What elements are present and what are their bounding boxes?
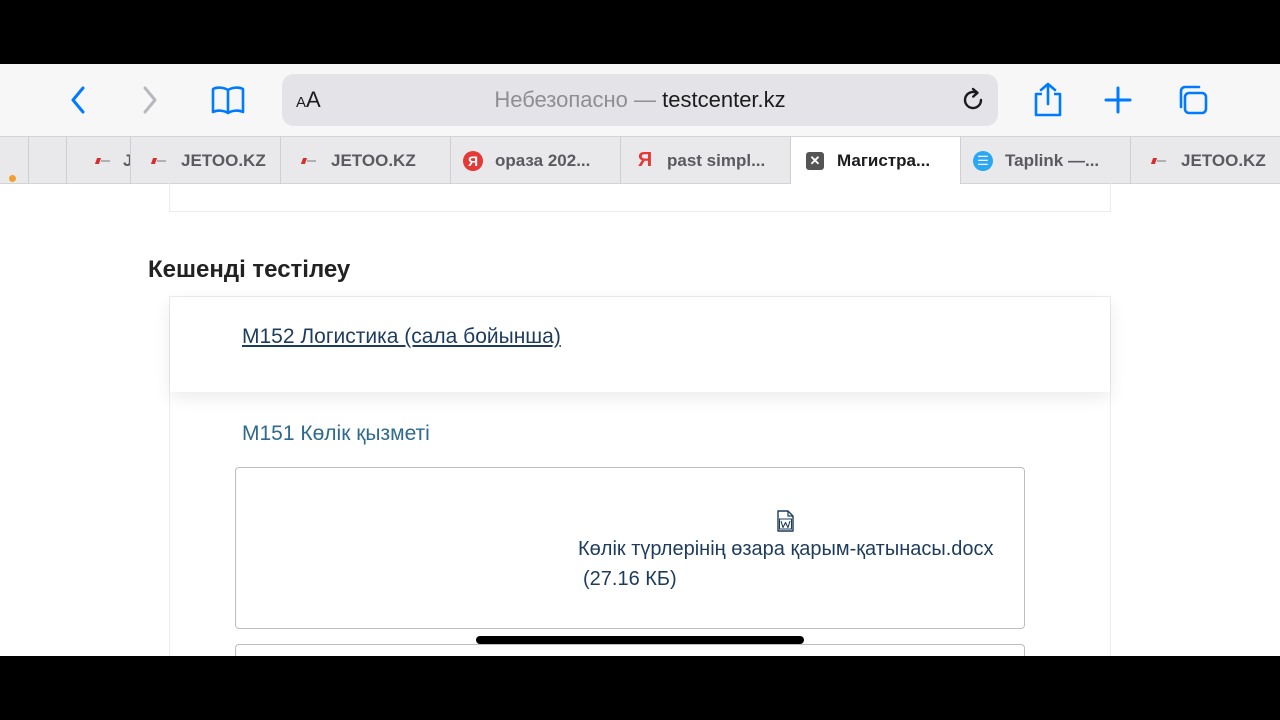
browser-screen: AA Небезопасно — testcenter.kz J JETO — [0, 64, 1280, 656]
bookmarks-button[interactable] — [208, 82, 248, 118]
jetoo-icon — [149, 151, 169, 171]
tab-label: JETOO.KZ — [1181, 150, 1266, 170]
reload-button[interactable] — [960, 87, 986, 118]
security-warning: Небезопасно — — [494, 87, 663, 112]
browser-toolbar: AA Небезопасно — testcenter.kz — [0, 64, 1280, 136]
yandex-icon: Я — [637, 149, 653, 171]
share-button[interactable] — [1028, 82, 1068, 118]
logistics-card: M152 Логистика (сала бойынша) — [170, 297, 1110, 392]
url-host: testcenter.kz — [662, 87, 786, 112]
file-attachment-2[interactable] — [235, 644, 1025, 656]
taplink-icon: ☰ — [973, 150, 993, 171]
tab-label: past simpl... — [667, 150, 766, 170]
tab-label: Магистра... — [837, 150, 931, 170]
address-bar[interactable]: AA Небезопасно — testcenter.kz — [282, 74, 998, 126]
tab-jetoo-4[interactable]: JETOO.KZ — [1130, 137, 1280, 184]
back-button[interactable] — [58, 82, 98, 118]
tab-past-simple[interactable]: Я past simpl... — [620, 137, 790, 184]
tab-label: JETOO.KZ — [331, 150, 416, 170]
jetoo-icon — [93, 151, 113, 171]
word-doc-icon — [776, 510, 795, 537]
tab-magistracy[interactable]: ✕ Магистра... — [790, 137, 960, 184]
tab-taplink[interactable]: ☰ Taplink —... — [960, 137, 1130, 184]
tab-label: J — [123, 151, 130, 171]
section-title: Кешенді тестілеу — [148, 256, 351, 283]
web-page: Кешенді тестілеу M152 Логистика (сала бо… — [0, 182, 1280, 656]
activity-dot — [9, 175, 16, 182]
book-icon — [211, 86, 245, 115]
plus-icon — [1104, 86, 1132, 114]
forward-button[interactable] — [130, 82, 170, 118]
new-tab-button[interactable] — [1098, 82, 1138, 118]
jetoo-icon — [1149, 151, 1169, 171]
url-display: Небезопасно — testcenter.kz — [282, 87, 998, 113]
tab-overview-button[interactable] — [1172, 82, 1212, 118]
tab-label: JETOO.KZ — [181, 150, 266, 170]
tabs-icon — [1179, 85, 1208, 115]
file-attachment[interactable]: Көлік түрлерінің өзара қарым-қатынасы.do… — [235, 467, 1025, 629]
file-name[interactable]: Көлік түрлерінің өзара қарым-қатынасы.do… — [578, 538, 994, 561]
tab-jetoo-3[interactable]: JETOO.KZ — [280, 137, 450, 184]
tab-bar: J JETOO.KZ JETOO.KZ Я ораза 202... Я pas… — [0, 136, 1280, 184]
tab-oraza[interactable]: Я ораза 202... — [450, 137, 620, 184]
file-size: (27.16 КБ) — [583, 568, 677, 590]
yandex-icon: Я — [463, 150, 483, 171]
home-indicator[interactable] — [476, 636, 804, 644]
previous-card — [169, 182, 1111, 212]
chevron-left-icon — [71, 86, 85, 114]
transport-service-link[interactable]: M151 Көлік қызметі — [242, 422, 430, 446]
tab-label: ораза 202... — [495, 150, 591, 170]
tab-label: Taplink —... — [1005, 150, 1100, 170]
jetoo-icon — [299, 151, 319, 171]
share-icon — [1034, 82, 1062, 117]
chevron-right-icon — [143, 86, 157, 114]
reload-icon — [963, 87, 983, 110]
tab-jetoo-2[interactable]: JETOO.KZ — [130, 137, 280, 184]
tab-collapsed[interactable] — [28, 137, 66, 184]
close-tab-icon[interactable]: ✕ — [805, 151, 825, 171]
logistics-link[interactable]: M152 Логистика (сала бойынша) — [242, 325, 561, 349]
tab-jetoo-1[interactable]: J — [66, 137, 130, 184]
